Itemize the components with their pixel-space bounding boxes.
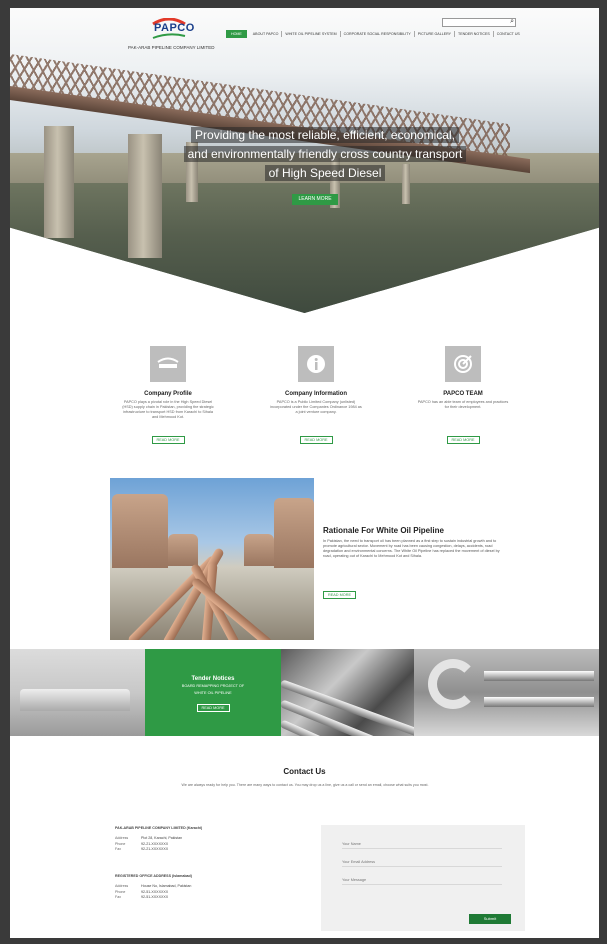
office-value: 92-21-XXXXXXX [141, 847, 169, 851]
nav-about[interactable]: ABOUT PAPCO [250, 30, 283, 37]
tender-title: Tender Notices [191, 676, 235, 682]
hero-headline-line2: and environmentally friendly cross count… [183, 146, 467, 162]
tank-shape [20, 689, 130, 711]
nav-picture-gallery[interactable]: PICTURE GALLERY [415, 30, 456, 37]
feature-papco-team: PAPCO TEAM PAPCO has an able team of emp… [413, 346, 513, 446]
office-karachi: PAK-ARAB PIPELINE COMPANY LIMITED (Karac… [115, 826, 202, 853]
contact-title: Contact Us [283, 767, 326, 776]
feature-title: PAPCO TEAM [443, 391, 483, 397]
pipeline-image [110, 478, 314, 640]
feature-company-information: Company Information PAPCO is a Public Li… [266, 346, 366, 446]
gallery-tank-photo[interactable] [10, 649, 145, 736]
target-icon [445, 346, 481, 382]
bridge-pillar [44, 126, 74, 238]
site-header: PAPCO PAK-ARAB PIPELINE COMPANY LIMITED … [10, 8, 599, 58]
feature-title: Company Information [284, 391, 347, 397]
search-icon[interactable]: ⌕ [510, 18, 514, 26]
rationale-read-more-button[interactable]: READ MORE [323, 591, 356, 599]
office-label: Fax [115, 895, 121, 899]
tender-subtitle-line2: WHITE OIL PIPELINE [194, 691, 232, 695]
office-row: Fax 92-21-XXXXXXX [115, 847, 202, 853]
main-nav: HOME ABOUT PAPCO WHITE OIL PIPELINE SYST… [226, 29, 523, 38]
read-more-button[interactable]: READ MORE [151, 436, 185, 444]
message-field[interactable] [342, 875, 502, 885]
storage-tank [244, 534, 274, 566]
nav-tender-notices[interactable]: TENDER NOTICES [455, 30, 494, 37]
logo-text: PAPCO [154, 22, 195, 34]
rationale-title: Rationale For White Oil Pipeline [323, 526, 444, 535]
nav-home[interactable]: HOME [226, 29, 247, 38]
office-value: 92-51-XXXXXXX [141, 895, 169, 899]
tender-notices-tile[interactable]: Tender Notices BOARD REMAPPING PROJECT O… [145, 649, 281, 736]
hero-caption: Providing the most reliable, efficient, … [170, 126, 480, 183]
nav-contact[interactable]: CONTACT US [494, 31, 523, 37]
feature-text: PAPCO has an able team of employees and … [417, 400, 509, 409]
storage-tank [112, 494, 168, 568]
office-islamabad: REGISTERED OFFICE ADDRESS (Islamabad) Ad… [115, 874, 192, 901]
hero-headline-line3: of High Speed Diesel [264, 165, 386, 181]
feature-text: PAPCO is a Public Limited Company (unlis… [270, 400, 362, 414]
papco-logo-icon [150, 346, 186, 382]
nav-white-oil-pipeline[interactable]: WHITE OIL PIPELINE SYSTEM [282, 30, 341, 37]
tender-subtitle-line1: BOARD REMAPPING PROJECT OF [181, 684, 245, 688]
office-title: PAK-ARAB PIPELINE COMPANY LIMITED (Karac… [115, 826, 203, 830]
feature-text: PAPCO plays a pivotal role in the High S… [122, 400, 214, 419]
storage-tank [168, 534, 198, 566]
office-title: REGISTERED OFFICE ADDRESS (Islamabad) [115, 874, 192, 878]
feature-company-profile: Company Profile PAPCO plays a pivotal ro… [118, 346, 218, 446]
email-field[interactable] [342, 857, 502, 867]
logo[interactable]: PAPCO PAK-ARAB PIPELINE COMPANY LIMITED [128, 18, 218, 54]
gallery-pipes-photo[interactable] [281, 649, 414, 736]
office-row: Fax 92-51-XXXXXXX [115, 895, 192, 901]
contact-intro-text: We are always ready for help you. There … [181, 783, 429, 787]
tender-read-more-button[interactable]: READ MORE [196, 704, 230, 712]
bridge-pillar [128, 134, 162, 258]
read-more-button[interactable]: READ MORE [299, 436, 333, 444]
feature-title: Company Profile [144, 391, 192, 397]
nav-csr[interactable]: CORPORATE SOCIAL RESPONSIBILITY [341, 30, 415, 37]
search-box: ⌕ [442, 18, 516, 34]
page-frame: Providing the most reliable, efficient, … [10, 8, 599, 938]
read-more-button[interactable]: READ MORE [446, 436, 480, 444]
name-field[interactable] [342, 839, 502, 849]
learn-more-button[interactable]: LEARN MORE [292, 194, 338, 205]
pipe [484, 671, 594, 681]
office-label: Fax [115, 847, 121, 851]
rationale-text: In Pakistan, the need to transport oil h… [323, 539, 500, 558]
gallery-pump-station-photo[interactable] [414, 649, 599, 736]
info-icon [298, 346, 334, 382]
company-name: PAK-ARAB PIPELINE COMPANY LIMITED [128, 45, 215, 50]
storage-tank [274, 498, 314, 568]
pipe-bend [428, 659, 478, 709]
pipe [484, 697, 594, 707]
contact-form: Submit [321, 825, 525, 931]
gallery-strip: Tender Notices BOARD REMAPPING PROJECT O… [10, 649, 599, 736]
submit-button[interactable]: Submit [469, 914, 511, 924]
hero-headline-line1: Providing the most reliable, efficient, … [191, 127, 459, 143]
